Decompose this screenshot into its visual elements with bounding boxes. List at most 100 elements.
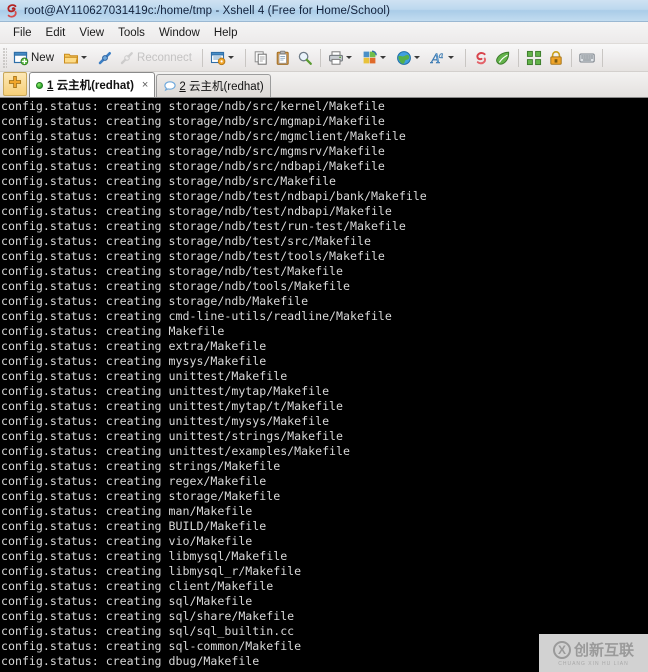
- open-folder-icon: [63, 50, 79, 66]
- globe-button[interactable]: [393, 45, 427, 71]
- terminal-line: config.status: creating unittest/strings…: [1, 429, 344, 443]
- menu-item-view[interactable]: View: [72, 25, 111, 41]
- orange-plus-icon: [8, 75, 22, 94]
- tab-bar: 1 云主机(redhat) × 2 云主机(redhat): [0, 72, 648, 98]
- terminal-line: config.status: creating storage/ndb/src/…: [1, 99, 385, 113]
- toolbar: New Reconnect A a: [0, 44, 648, 72]
- xftp-button[interactable]: [492, 45, 514, 71]
- open-session-button[interactable]: [60, 45, 94, 71]
- lock-button[interactable]: [545, 45, 567, 71]
- new-window-icon: [13, 50, 29, 66]
- terminal-line: config.status: creating BUILD/Makefile: [1, 519, 267, 533]
- terminal-line: config.status: creating sql/sql_builtin.…: [1, 624, 295, 638]
- font-dropdown-caret[interactable]: [448, 56, 454, 59]
- terminal-line: config.status: creating regex/Makefile: [1, 474, 267, 488]
- terminal-line: config.status: creating extra/Makefile: [1, 339, 267, 353]
- keyboard-button[interactable]: [576, 45, 598, 71]
- open-session-dropdown-caret[interactable]: [81, 56, 88, 59]
- session-properties-icon: [210, 50, 226, 66]
- toolbar-separator: [320, 48, 321, 67]
- terminal-line: config.status: creating unittest/example…: [1, 444, 351, 458]
- terminal-line: config.status: creating storage/ndb/src/…: [1, 129, 406, 143]
- layout-button[interactable]: [359, 45, 393, 71]
- terminal-line: config.status: creating storage/ndb/Make…: [1, 294, 309, 308]
- paste-clipboard-icon: [275, 50, 291, 66]
- title-bar: root@AY110627031419c:/home/tmp - Xshell …: [0, 0, 648, 22]
- toolbar-separator: [602, 48, 603, 67]
- menu-item-tools[interactable]: Tools: [111, 25, 152, 41]
- terminal-line: config.status: creating man/Makefile: [1, 504, 253, 518]
- new-tab-button[interactable]: [3, 72, 27, 96]
- terminal-line: config.status: creating storage/ndb/src/…: [1, 114, 385, 128]
- terminal-line: config.status: creating sql/share/Makefi…: [1, 609, 295, 623]
- terminal-line: config.status: creating unittest/mysys/M…: [1, 414, 330, 428]
- magnifier-icon: [297, 50, 313, 66]
- find-button[interactable]: [294, 45, 316, 71]
- print-button[interactable]: [325, 45, 359, 71]
- terminal-line: config.status: creating strings/Makefile: [1, 459, 281, 473]
- reconnect-plug-icon: [119, 50, 135, 66]
- globe-dropdown-caret[interactable]: [414, 56, 420, 59]
- terminal-line-container: config.status: creating storage/ndb/src/…: [1, 99, 648, 669]
- window-title: root@AY110627031419c:/home/tmp - Xshell …: [24, 4, 391, 17]
- toolbar-separator: [571, 48, 572, 67]
- tab-2-title: 云主机(redhat): [185, 81, 264, 93]
- copy-button[interactable]: [250, 45, 272, 71]
- color-layout-icon: [362, 50, 378, 66]
- terminal-line: config.status: creating client/Makefile: [1, 579, 274, 593]
- lock-icon: [548, 50, 564, 66]
- xftp-green-icon: [495, 50, 511, 66]
- svg-text:a: a: [439, 51, 444, 60]
- xshell-button[interactable]: [470, 45, 492, 71]
- green-connected-dot: [36, 81, 43, 89]
- toolbar-grip[interactable]: [3, 47, 7, 68]
- terminal-line: config.status: creating storage/ndb/test…: [1, 249, 385, 263]
- terminal-line: config.status: creating storage/ndb/test…: [1, 219, 406, 233]
- terminal-line: config.status: creating storage/ndb/tool…: [1, 279, 351, 293]
- terminal-line: config.status: creating Makefile: [1, 324, 225, 338]
- terminal-line: config.status: creating sql-common/Makef…: [1, 639, 302, 653]
- layout-dropdown-caret[interactable]: [380, 56, 386, 59]
- tab-1-title: 云主机(redhat): [53, 80, 134, 92]
- terminal-line: config.status: creating vio/Makefile: [1, 534, 253, 548]
- terminal-line: config.status: creating cmd-line-utils/r…: [1, 309, 392, 323]
- fullscreen-button[interactable]: [523, 45, 545, 71]
- menu-item-file[interactable]: File: [6, 25, 39, 41]
- globe-icon: [396, 50, 412, 66]
- toolbar-separator: [245, 48, 246, 67]
- terminal-line: config.status: creating storage/Makefile: [1, 489, 281, 503]
- properties-button[interactable]: [207, 45, 241, 71]
- toolbar-separator: [202, 48, 203, 67]
- properties-dropdown-caret[interactable]: [228, 56, 234, 59]
- new-session-label: New: [31, 51, 55, 64]
- new-session-button[interactable]: New: [10, 45, 60, 71]
- connect-button[interactable]: [94, 45, 116, 71]
- xshell-window: root@AY110627031419c:/home/tmp - Xshell …: [0, 0, 648, 672]
- menu-item-edit[interactable]: Edit: [39, 25, 73, 41]
- menu-item-window[interactable]: Window: [152, 25, 207, 41]
- tab-1-close-icon[interactable]: ×: [142, 79, 148, 91]
- terminal-line: config.status: creating storage/ndb/test…: [1, 264, 344, 278]
- print-dropdown-caret[interactable]: [346, 56, 352, 59]
- terminal-output[interactable]: config.status: creating storage/ndb/src/…: [0, 98, 648, 672]
- printer-icon: [328, 50, 344, 66]
- terminal-line: config.status: creating storage/ndb/src/…: [1, 174, 337, 188]
- terminal-line: config.status: creating mysys/Makefile: [1, 354, 267, 368]
- reconnect-button[interactable]: Reconnect: [116, 45, 198, 71]
- xshell-red-icon: [473, 50, 489, 66]
- terminal-line: config.status: creating libmysql/Makefil…: [1, 549, 288, 563]
- font-button[interactable]: A a: [427, 45, 461, 71]
- tab-session-1[interactable]: 1 云主机(redhat) ×: [29, 72, 156, 97]
- terminal-line: config.status: creating unittest/mytap/t…: [1, 399, 344, 413]
- terminal-line: config.status: creating storage/ndb/test…: [1, 189, 427, 203]
- keyboard-icon: [579, 50, 595, 66]
- terminal-line: config.status: creating storage/ndb/test…: [1, 204, 392, 218]
- paste-button[interactable]: [272, 45, 294, 71]
- menu-item-help[interactable]: Help: [207, 25, 245, 41]
- toolbar-separator: [465, 48, 466, 67]
- terminal-line: config.status: creating dbug/Makefile: [1, 654, 260, 668]
- menu-bar: File Edit View Tools Window Help: [0, 22, 648, 44]
- terminal-line: config.status: creating storage/ndb/test…: [1, 234, 371, 248]
- tab-session-2[interactable]: 2 云主机(redhat): [156, 74, 271, 97]
- font-letter-icon: A a: [430, 50, 446, 65]
